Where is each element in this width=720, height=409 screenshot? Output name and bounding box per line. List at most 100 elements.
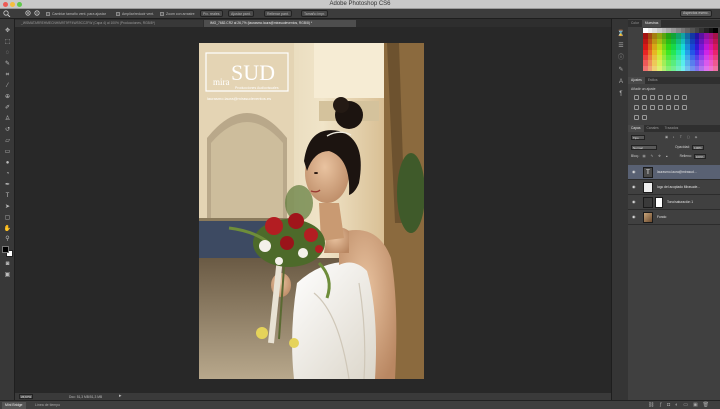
blur-tool-icon[interactable]: ● [3, 160, 12, 167]
hand-tool-icon[interactable]: ✋ [3, 226, 12, 233]
invert-icon[interactable] [666, 105, 671, 110]
text-layer-thumbnail-icon: T [643, 167, 653, 178]
brightness-contrast-icon[interactable] [634, 95, 639, 100]
photo-filter-icon[interactable] [642, 105, 647, 110]
document-canvas[interactable]: mira SUD Producciones Audiovisuales laur… [15, 27, 611, 393]
path-selection-tool-icon[interactable]: ➤ [3, 204, 12, 211]
quick-mask-icon[interactable]: ◙ [3, 261, 12, 268]
fill-field[interactable]: 100% [693, 153, 706, 159]
move-tool-icon[interactable]: ✥ [3, 28, 12, 35]
layer-row[interactable]: ◉ T laurasmo.laura@mirasud... [628, 165, 720, 180]
selective-color-icon[interactable] [634, 115, 639, 120]
zoom-in-icon[interactable] [25, 10, 32, 17]
gradient-tool-icon[interactable]: ▭ [3, 149, 12, 156]
tab-timeline[interactable]: Línea de tiempo [32, 402, 63, 409]
zoom-out-icon[interactable] [34, 10, 41, 17]
document-tab-active[interactable]: IMG_7682.CR2 al 26,7% (laurasmo.laura@mi… [204, 20, 356, 27]
blend-mode-select[interactable]: Normal [631, 144, 657, 150]
clone-stamp-tool-icon[interactable]: ♙ [3, 116, 12, 123]
tab-paths[interactable]: Trazados [662, 125, 682, 132]
dodge-tool-icon[interactable]: ◔ [3, 171, 12, 178]
zoom-field[interactable]: 26,67% [19, 394, 34, 399]
layer-filter-icons[interactable]: ▣ ◐ T ▢ ◈ [665, 135, 699, 139]
link-layers-icon[interactable]: ⛓ [648, 402, 654, 408]
tab-color[interactable]: Color [628, 20, 642, 27]
tab-channels[interactable]: Canales [644, 125, 662, 132]
threshold-icon[interactable] [682, 105, 687, 110]
channel-mixer-icon[interactable] [650, 105, 655, 110]
quick-selection-tool-icon[interactable]: ✎ [3, 61, 12, 68]
pen-tool-icon[interactable]: ✒ [3, 182, 12, 189]
tools-panel: ✥ ⬚ ◌ ✎ ⌗ ⁄ ⊕ ✐ ♙ ↺ ▱ ▭ ● ◔ ✒ T ➤ ▢ ✋ ⚲ … [0, 19, 15, 400]
layer-name: Tono/saturación 1 [667, 200, 694, 204]
tab-adjustments[interactable]: Ajustes [628, 77, 645, 84]
layer-filter-kind[interactable]: Tipo [631, 134, 645, 140]
foreground-color-swatch[interactable] [2, 246, 9, 253]
vibrance-icon[interactable] [666, 95, 671, 100]
scrubby-zoom-checkbox[interactable]: Zoom con arrastre [160, 10, 195, 17]
lasso-tool-icon[interactable]: ◌ [3, 50, 12, 57]
info-panel-icon[interactable]: ⓘ [617, 55, 625, 62]
photo-bride[interactable]: mira SUD Producciones Audiovisuales laur… [199, 43, 424, 379]
layer-row[interactable]: ◉ Tono/saturación 1 [628, 195, 720, 210]
workspace-switcher[interactable]: Aspectos esenc. [680, 10, 712, 17]
eye-icon[interactable]: ◉ [632, 200, 637, 204]
shape-tool-icon[interactable]: ▢ [3, 215, 12, 222]
layer-row[interactable]: ◉ logo del acoplado Mirasude... [628, 180, 720, 195]
eye-icon[interactable]: ◉ [632, 185, 637, 189]
new-group-icon[interactable]: ▭ [683, 402, 688, 408]
trash-icon[interactable]: 🗑︎ [703, 402, 709, 408]
levels-icon[interactable] [642, 95, 647, 100]
posterize-icon[interactable] [674, 105, 679, 110]
add-mask-icon[interactable]: ◘ [667, 402, 670, 408]
black-white-icon[interactable] [634, 105, 639, 110]
fit-screen-button[interactable]: Ajustar pant. [228, 10, 254, 17]
eye-icon[interactable]: ◉ [632, 215, 637, 219]
swatch[interactable] [713, 65, 718, 71]
color-swatches[interactable] [2, 246, 13, 257]
healing-brush-tool-icon[interactable]: ⊕ [3, 94, 12, 101]
eraser-tool-icon[interactable]: ▱ [3, 138, 12, 145]
hue-saturation-icon[interactable] [674, 95, 679, 100]
tab-mini-bridge[interactable]: Mini Bridge [2, 402, 26, 409]
new-layer-icon[interactable]: ▣ [693, 402, 698, 408]
actual-pixels-button[interactable]: Píx. reales [200, 10, 223, 17]
lock-icons[interactable]: ▦ ✎ ✥ 🔒︎ [642, 154, 669, 158]
layer-row[interactable]: ◉ Fondo [628, 210, 720, 225]
paragraph-panel-icon[interactable]: ¶ [617, 91, 625, 98]
brush-panel-icon[interactable]: ✎ [617, 67, 625, 74]
color-lookup-icon[interactable] [658, 105, 663, 110]
eye-icon[interactable]: ◉ [632, 170, 637, 174]
fx-icon[interactable]: ƒ [659, 402, 662, 408]
opacity-field[interactable]: 100% [692, 144, 705, 150]
document-size[interactable]: Doc: 51,3 MB/51,3 MB [69, 395, 102, 399]
tab-layers[interactable]: Capas [628, 125, 644, 132]
tab-styles[interactable]: Estilos [645, 77, 661, 84]
exposure-icon[interactable] [658, 95, 663, 100]
character-panel-icon[interactable]: A [617, 79, 625, 86]
new-adjustment-icon[interactable]: ◐ [675, 402, 678, 408]
history-panel-icon[interactable]: ⌛ [617, 31, 625, 38]
brush-tool-icon[interactable]: ✐ [3, 105, 12, 112]
history-brush-tool-icon[interactable]: ↺ [3, 127, 12, 134]
eyedropper-tool-icon[interactable]: ⁄ [3, 83, 12, 90]
resize-windows-checkbox[interactable]: Cambiar tamaño vent. para ajustar [46, 10, 106, 17]
fill-screen-button[interactable]: Rellenar pant. [264, 10, 292, 17]
tab-swatches[interactable]: Muestras [641, 20, 662, 27]
document-tab-inactive[interactable]: _WSMATARREHMECNHIM9T9FF4WS9CC2FW (Capa 4… [15, 20, 203, 27]
type-tool-icon[interactable]: T [3, 193, 12, 200]
screen-mode-icon[interactable]: ▣ [3, 272, 12, 279]
gradient-map-icon[interactable] [642, 115, 647, 120]
crop-tool-icon[interactable]: ⌗ [3, 72, 12, 79]
status-bar: 26,67% Doc: 51,3 MB/51,3 MB ▸ [15, 393, 611, 400]
print-size-button[interactable]: Tamaño impr. [301, 10, 329, 17]
curves-icon[interactable] [650, 95, 655, 100]
properties-panel-icon[interactable]: ☰ [617, 43, 625, 50]
status-menu-arrow-icon[interactable]: ▸ [119, 394, 122, 399]
color-balance-icon[interactable] [682, 95, 687, 100]
zoom-all-windows-checkbox[interactable]: Ampliar/reducir vent. [116, 10, 154, 17]
marquee-tool-icon[interactable]: ⬚ [3, 39, 12, 46]
zoom-tool-icon[interactable] [3, 10, 11, 17]
swatches-grid[interactable] [643, 28, 718, 71]
zoom-tool-side-icon[interactable]: ⚲ [3, 236, 12, 243]
